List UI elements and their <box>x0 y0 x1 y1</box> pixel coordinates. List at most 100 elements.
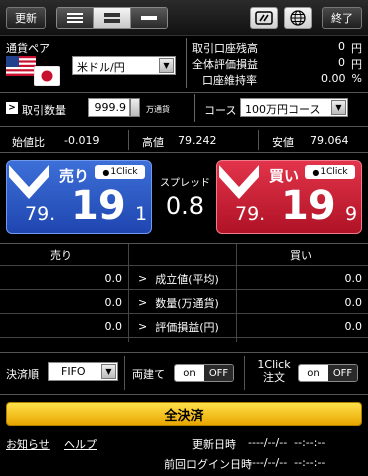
oneclick-order-label: 1Click 注文 <box>256 358 292 384</box>
avg-price-buy: 0.0 <box>344 272 363 285</box>
table-row: 0.0 > 成立値(平均) 0.0 <box>0 268 368 290</box>
sell-button[interactable]: 売り ● 1Click 79. 19 1 <box>6 160 152 234</box>
margin-ratio-unit: % <box>351 72 362 85</box>
course-label: コース <box>204 104 237 117</box>
update-button[interactable]: 更新 <box>6 7 46 29</box>
high-label: 高値 <box>142 136 164 149</box>
sell-oneclick-badge: ● 1Click <box>95 165 145 179</box>
sell-price-big: 19 <box>71 183 126 229</box>
single-layout-button[interactable] <box>131 8 167 28</box>
hedge-toggle[interactable]: on OFF <box>174 364 234 382</box>
buy-button[interactable]: 買い ● 1Click 79. 19 9 <box>216 160 362 234</box>
avg-price-label: 成立値(平均) <box>155 272 219 286</box>
buy-price-last: 9 <box>345 203 358 225</box>
qty-input[interactable]: 999.9 <box>88 98 130 117</box>
chevron-down-icon <box>9 165 49 199</box>
course-select[interactable]: 100万円コース ▼ <box>240 98 348 117</box>
globe-icon <box>290 10 306 26</box>
split-layout-button[interactable] <box>94 8 131 28</box>
qty-stepper[interactable] <box>130 98 140 117</box>
list-layout-button[interactable] <box>57 8 94 28</box>
globe-button[interactable] <box>284 7 312 29</box>
update-time-label: 更新日時 <box>192 438 236 451</box>
hedge-off[interactable]: OFF <box>204 365 233 381</box>
chevron-down-icon: ▼ <box>331 100 346 115</box>
divider <box>0 352 368 353</box>
qty-buy: 0.0 <box>344 296 363 309</box>
divider <box>258 130 259 150</box>
total-pl-label: 全体評価損益 <box>192 58 258 71</box>
us-flag-icon <box>6 56 36 76</box>
exit-button[interactable]: 終了 <box>322 7 362 29</box>
table-row: 0.0 > 評価損益(円) 0.0 <box>0 316 368 338</box>
sell-oneclick-label: 1Click <box>110 167 138 177</box>
chevron-right-icon: > <box>138 296 148 309</box>
table-row: 0.0 > 数量(万通貨) 0.0 <box>0 292 368 314</box>
list-layout-icon <box>67 13 83 23</box>
account-balance-label: 取引口座残高 <box>192 42 258 55</box>
chevron-right-icon: > <box>138 320 148 333</box>
last-login-label: 前回ログイン日時 <box>164 458 252 471</box>
margin-ratio-value: 0.00 <box>321 72 346 85</box>
sell-price-last: 1 <box>135 203 148 225</box>
last-login-value: ----/--/-- --:--:-- <box>248 456 326 469</box>
account-balance-value: 0 <box>338 40 345 53</box>
split-layout-icon <box>104 13 120 23</box>
chevron-right-icon: > <box>6 102 18 114</box>
low-value: 79.064 <box>310 134 349 147</box>
oneclick-on[interactable]: on <box>299 365 328 381</box>
chevron-down-icon: ▼ <box>159 58 174 73</box>
divider <box>244 356 245 390</box>
pair-select[interactable]: 米ドル/円 ▼ <box>72 56 176 75</box>
pair-label: 通貨ペア <box>6 42 50 55</box>
spread-label: スプレッド <box>160 178 210 189</box>
chevron-down-icon: ▼ <box>101 364 116 379</box>
change-label: 始値比 <box>12 136 45 149</box>
pl-sell: 0.0 <box>104 320 123 333</box>
account-balance-row: 取引口座残高 0円 <box>192 40 362 55</box>
position-qty-label: 数量(万通貨) <box>155 296 219 310</box>
jp-flag-icon <box>34 66 60 86</box>
divider <box>186 38 187 88</box>
chevron-up-icon <box>219 165 259 199</box>
margin-ratio-label: 口座維持率 <box>202 74 257 87</box>
hedge-label: 両建て <box>132 368 165 381</box>
update-time-value: ----/--/-- --:--:-- <box>248 436 326 449</box>
buy-price-prefix: 79. <box>235 203 266 225</box>
divider <box>0 92 368 93</box>
oneclick-order-label-2: 注文 <box>263 371 285 384</box>
chevron-right-icon: > <box>138 272 148 285</box>
divider <box>0 152 368 153</box>
single-layout-icon <box>141 16 157 20</box>
oneclick-toggle[interactable]: on OFF <box>298 364 358 382</box>
position-pl-label: 評価損益(円) <box>155 320 219 334</box>
avg-price-sell: 0.0 <box>104 272 123 285</box>
spread-value: 0.8 <box>165 192 205 220</box>
qty-unit: 万通貨 <box>146 105 170 114</box>
link-icon <box>255 11 273 25</box>
divider <box>128 130 129 150</box>
low-label: 安値 <box>272 136 294 149</box>
divider <box>0 126 368 127</box>
qty-label: 取引数量 <box>22 104 66 117</box>
change-value: -0.019 <box>64 134 100 147</box>
divider <box>0 394 368 395</box>
total-pl-row: 全体評価損益 0円 <box>192 56 362 71</box>
positions-buy-header: 買い <box>290 248 312 262</box>
settle-order-select[interactable]: FIFO ▼ <box>48 362 118 381</box>
oneclick-off[interactable]: OFF <box>328 365 357 381</box>
close-all-button[interactable]: 全決済 <box>6 402 362 426</box>
positions-sell-header: 売り <box>50 248 72 262</box>
positions-header-row: 売り 買い <box>0 244 368 266</box>
hedge-on[interactable]: on <box>175 365 204 381</box>
divider <box>194 94 195 122</box>
sell-price-prefix: 79. <box>25 203 56 225</box>
divider <box>128 244 129 342</box>
notice-link[interactable]: お知らせ <box>6 436 50 452</box>
help-link[interactable]: ヘルプ <box>64 436 97 452</box>
high-value: 79.242 <box>178 134 217 147</box>
connection-button[interactable] <box>250 7 278 29</box>
total-pl-unit: 円 <box>351 58 362 71</box>
pl-buy: 0.0 <box>344 320 363 333</box>
buy-oneclick-badge: ● 1Click <box>305 165 355 179</box>
